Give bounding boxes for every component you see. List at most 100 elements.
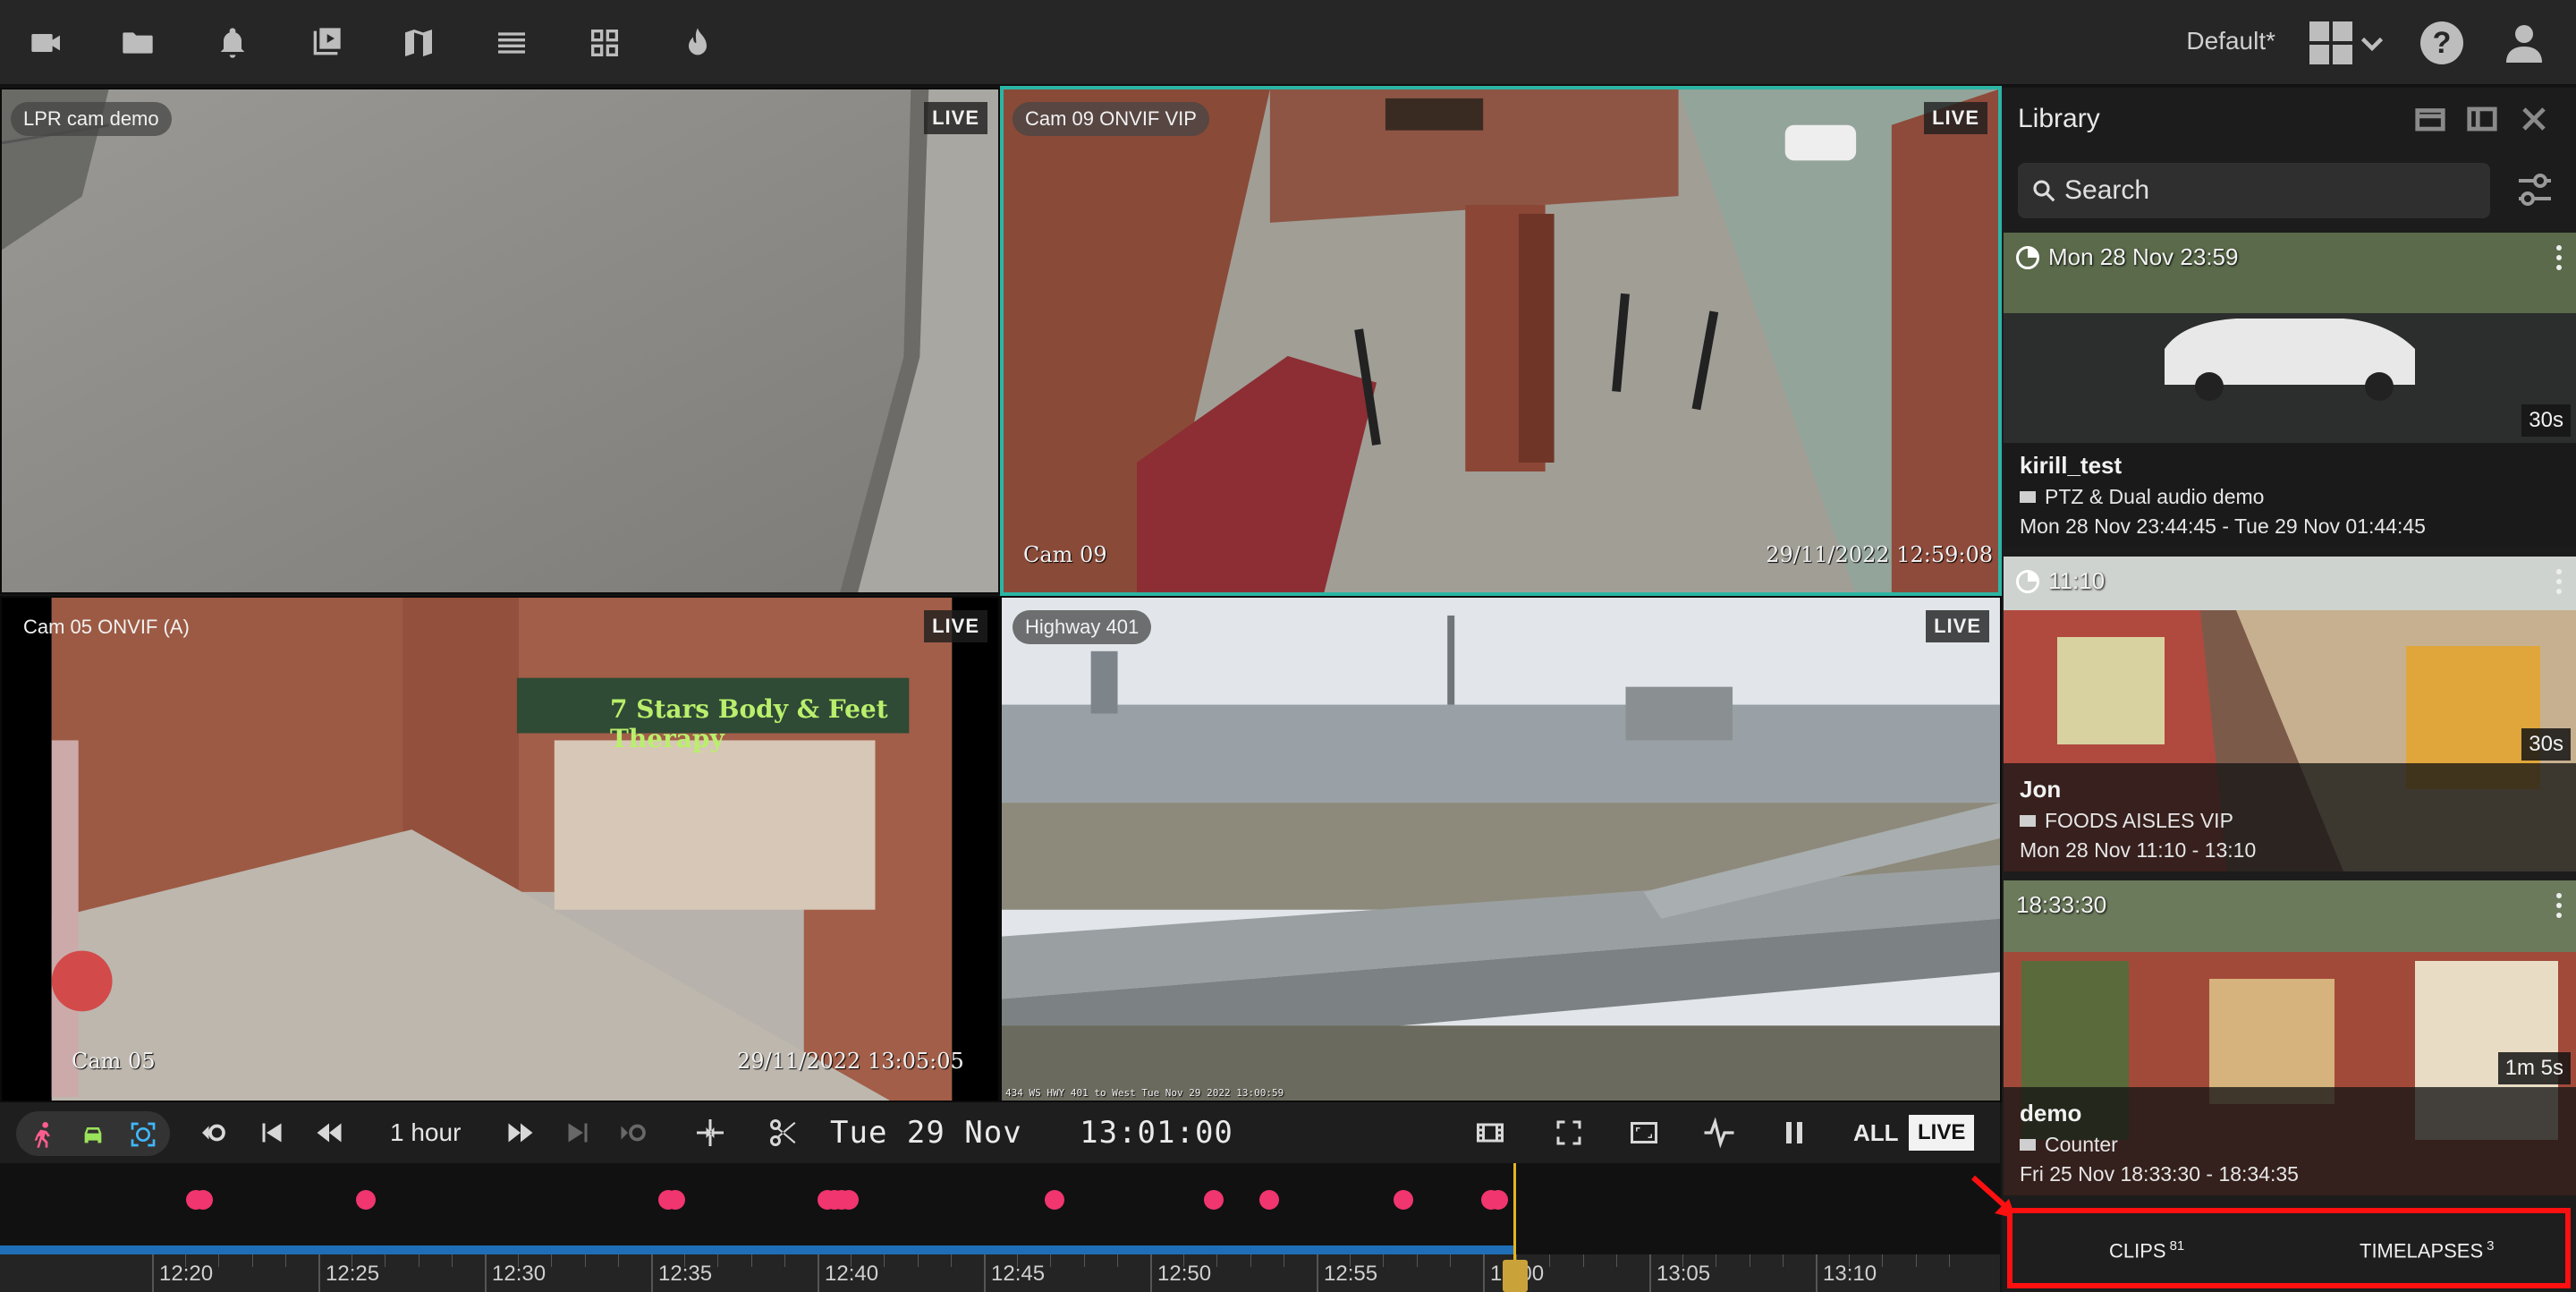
camera-icon xyxy=(2020,491,2036,503)
timeline-minor-tick xyxy=(1549,1254,1551,1267)
clips-count: 81 xyxy=(2169,1238,2185,1254)
dock-panel-icon[interactable] xyxy=(2465,102,2499,136)
flame-icon[interactable] xyxy=(676,21,719,64)
layout-grid-icon[interactable] xyxy=(2309,21,2352,64)
person-filter-icon[interactable] xyxy=(29,1120,57,1149)
timeline-minor-tick xyxy=(1782,1254,1784,1267)
pause-icon[interactable] xyxy=(1776,1115,1812,1151)
timeline-minor-tick xyxy=(284,1254,286,1267)
bell-icon[interactable] xyxy=(211,21,254,64)
sync-icon[interactable] xyxy=(691,1115,730,1151)
timeline-minor-tick xyxy=(750,1254,752,1267)
playlist-icon[interactable] xyxy=(304,21,347,64)
fullscreen-icon[interactable] xyxy=(1551,1115,1587,1151)
tab-timelapses[interactable]: TIMELAPSES 3 xyxy=(2360,1238,2495,1262)
timeline-minor-tick xyxy=(251,1254,253,1267)
top-toolbar: Default* ? xyxy=(0,0,2576,86)
film-icon[interactable] xyxy=(1469,1115,1512,1151)
clip-timestamp: 18:33:30 xyxy=(2016,891,2107,918)
osd-timestamp: 29/11/2022 12:59:08 xyxy=(1766,542,1993,567)
timeline-minor-tick xyxy=(1682,1254,1684,1267)
waveform-icon[interactable] xyxy=(1699,1115,1739,1151)
camera-tile-cam09[interactable]: Cam 09 ONVIF VIP LIVE Cam 09 29/11/2022 … xyxy=(1000,86,2002,596)
playback-controls: 1 hour Tue 29 Nov 13:01:00 ALL LIVE xyxy=(0,1102,2000,1163)
clip-timestamp: 11:10 xyxy=(2048,567,2106,594)
timeline-minor-tick xyxy=(1017,1254,1019,1267)
event-marker[interactable] xyxy=(193,1190,213,1210)
user-icon[interactable] xyxy=(2503,21,2546,64)
timeline-minor-tick xyxy=(1948,1254,1950,1267)
rewind-icon[interactable] xyxy=(311,1115,347,1151)
library-panel: Library Mon 28 Nov 23:59 30s kirill_test… xyxy=(2002,88,2576,1292)
timeline-minor-tick xyxy=(1383,1254,1385,1267)
clip-card[interactable]: 11:10 30s Jon FOODS AISLES VIP Mon 28 No… xyxy=(2004,557,2576,871)
skip-forward-icon[interactable] xyxy=(562,1115,594,1151)
timeline-minor-tick xyxy=(1183,1254,1185,1267)
chevron-down-icon[interactable] xyxy=(2356,25,2388,61)
camera-label: Cam 05 ONVIF (A) xyxy=(23,616,190,638)
timeline-minor-tick xyxy=(1849,1254,1851,1267)
event-marker[interactable] xyxy=(1488,1190,1508,1210)
timelapses-count: 3 xyxy=(2487,1238,2495,1254)
more-menu-icon[interactable] xyxy=(2556,245,2563,274)
clip-range: Mon 28 Nov 23:44:45 - Tue 29 Nov 01:44:4… xyxy=(2020,514,2426,538)
library-title: Library xyxy=(2018,104,2100,133)
playhead-handle[interactable] xyxy=(1503,1260,1528,1292)
clock-icon xyxy=(2016,245,2039,269)
clip-card[interactable]: 18:33:30 1m 5s demo Counter Fri 25 Nov 1… xyxy=(2004,880,2576,1195)
timeline-tick xyxy=(651,1254,653,1292)
clip-camera: FOODS AISLES VIP xyxy=(2045,809,2233,832)
prev-event-icon[interactable] xyxy=(195,1115,231,1151)
current-datetime[interactable]: Tue 29 Nov 13:01:00 xyxy=(830,1115,1233,1151)
layout-name[interactable]: Default* xyxy=(2186,27,2275,55)
fast-forward-icon[interactable] xyxy=(503,1115,538,1151)
event-marker[interactable] xyxy=(665,1190,685,1210)
scissors-icon[interactable] xyxy=(766,1115,801,1151)
tab-clips[interactable]: CLIPS 81 xyxy=(2109,1238,2184,1262)
window-icon[interactable] xyxy=(2413,102,2447,136)
clip-camera: Counter xyxy=(2045,1133,2118,1156)
time-axis[interactable]: 12:20 12:25 12:30 12:35 12:40 12:45 12:50 12:55… xyxy=(0,1254,2000,1292)
help-icon[interactable]: ? xyxy=(2420,21,2463,64)
event-marker[interactable] xyxy=(1045,1190,1064,1210)
camera-tile-highway[interactable]: Highway 401 LIVE 434 WS HWY 401 to West … xyxy=(1000,596,2002,1102)
camera-tile-lpr[interactable]: LPR cam demo LIVE xyxy=(0,88,1000,594)
event-marker[interactable] xyxy=(839,1190,859,1210)
event-marker[interactable] xyxy=(356,1190,376,1210)
next-event-icon[interactable] xyxy=(614,1115,653,1151)
close-icon[interactable] xyxy=(2517,102,2551,136)
more-menu-icon[interactable] xyxy=(2556,569,2563,598)
folder-icon[interactable] xyxy=(116,21,159,64)
live-button[interactable]: LIVE xyxy=(1909,1115,1975,1151)
map-icon[interactable] xyxy=(397,21,440,64)
zoom-level[interactable]: 1 hour xyxy=(390,1118,461,1147)
face-filter-icon[interactable] xyxy=(129,1120,157,1149)
timeline-tick xyxy=(152,1254,154,1292)
more-menu-icon[interactable] xyxy=(2556,893,2563,922)
timeline[interactable]: 12:20 12:25 12:30 12:35 12:40 12:45 12:50 12:55… xyxy=(0,1163,2000,1292)
event-marker[interactable] xyxy=(1204,1190,1224,1210)
camera-icon xyxy=(2020,815,2036,827)
crop-icon[interactable] xyxy=(1623,1115,1665,1151)
search-input[interactable] xyxy=(2064,163,2476,218)
timeline-tick xyxy=(818,1254,819,1292)
library-tabs: CLIPS 81 TIMELAPSES 3 xyxy=(2007,1208,2571,1288)
camera-tile-cam05[interactable]: 7 Stars Body & Feet Therapy Cam 05 ONVIF… xyxy=(0,596,1000,1102)
camera-icon[interactable] xyxy=(25,21,68,64)
event-marker[interactable] xyxy=(1259,1190,1279,1210)
library-search[interactable] xyxy=(2018,163,2490,218)
clip-card[interactable]: Mon 28 Nov 23:59 30s kirill_test PTZ & D… xyxy=(2004,233,2576,548)
filter-sliders-icon[interactable] xyxy=(2513,168,2556,211)
camera-label: Cam 09 ONVIF VIP xyxy=(1013,102,1209,136)
event-marker[interactable] xyxy=(1394,1190,1413,1210)
timeline-minor-tick xyxy=(1416,1254,1418,1267)
vehicle-filter-icon[interactable] xyxy=(79,1120,107,1149)
skip-back-icon[interactable] xyxy=(256,1115,288,1151)
all-button[interactable]: ALL xyxy=(1853,1119,1899,1147)
grid-icon[interactable] xyxy=(583,21,626,64)
timeline-minor-tick xyxy=(584,1254,586,1267)
timeline-minor-tick xyxy=(617,1254,619,1267)
timeline-minor-tick xyxy=(218,1254,220,1267)
timeline-minor-tick xyxy=(1915,1254,1917,1267)
list-icon[interactable] xyxy=(490,21,533,64)
